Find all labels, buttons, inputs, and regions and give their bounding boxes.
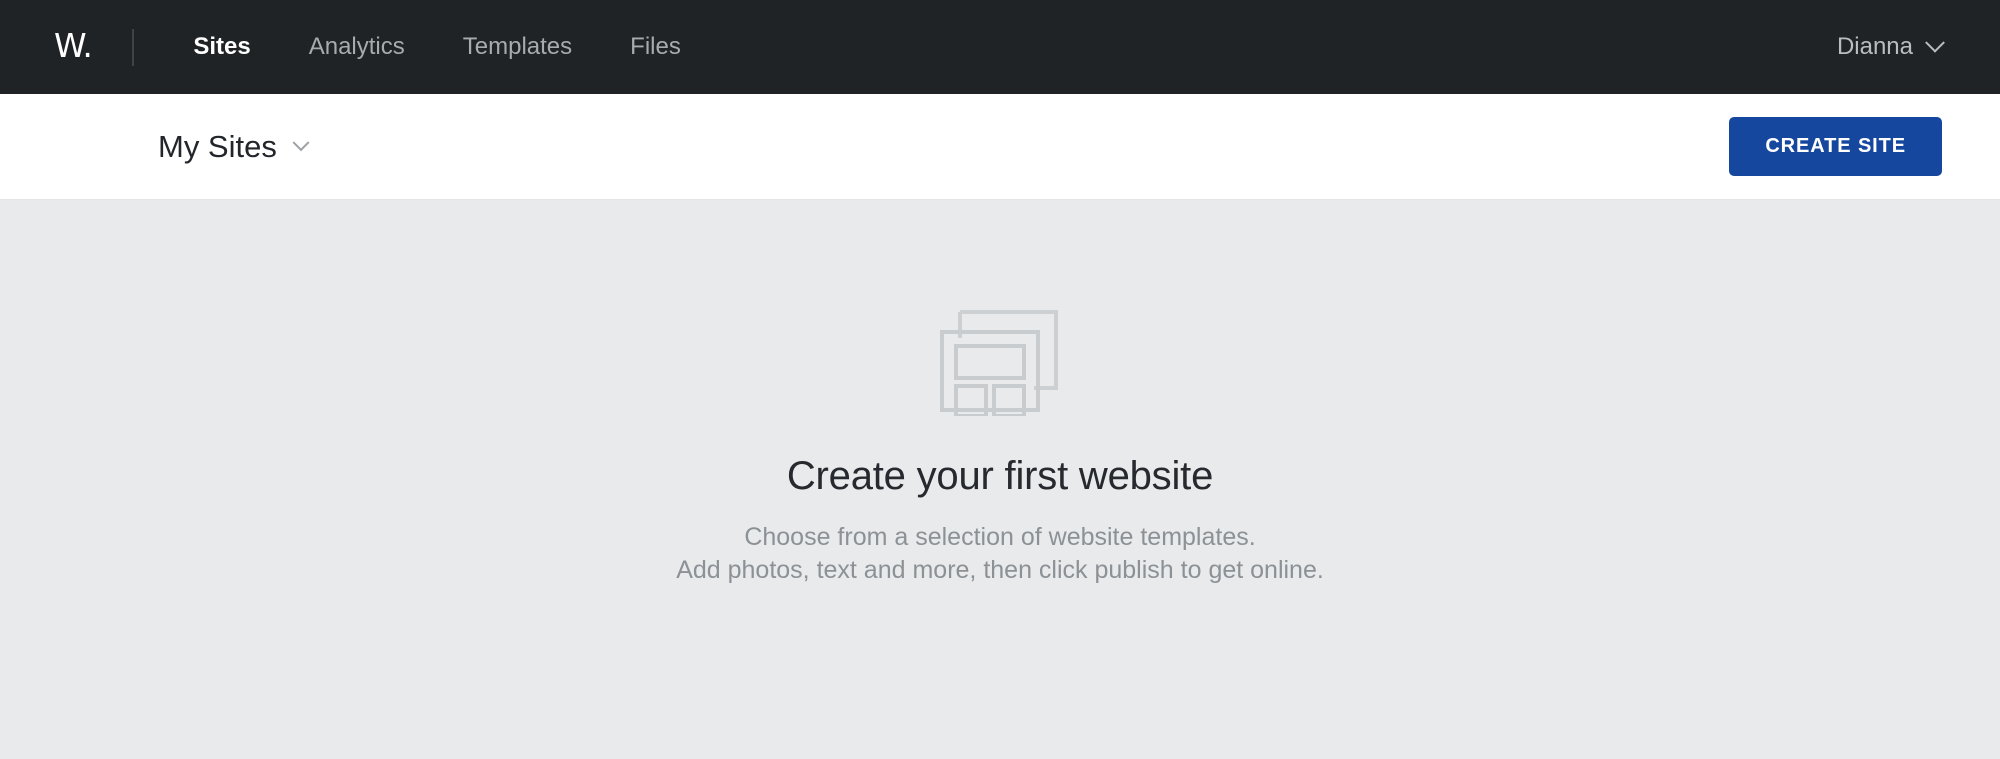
brand-divider xyxy=(132,28,135,66)
my-sites-dropdown[interactable]: My Sites xyxy=(158,128,310,165)
user-menu[interactable]: Dianna xyxy=(1836,32,1945,61)
main-nav: Sites Analytics Templates Files xyxy=(164,0,709,94)
user-menu-label: Dianna xyxy=(1836,33,1913,60)
page-toolbar: My Sites CREATE SITE xyxy=(0,94,2000,200)
chevron-down-icon xyxy=(292,133,310,151)
top-navigation-bar: W. Sites Analytics Templates Files Diann… xyxy=(0,0,2000,94)
empty-state-description-line-2: Add photos, text and more, then click pu… xyxy=(676,555,1324,584)
wordpress-w-logo-icon[interactable]: W. xyxy=(54,29,93,65)
nav-item-sites[interactable]: Sites xyxy=(164,0,279,94)
brand-group: W. xyxy=(54,0,164,94)
website-layout-icon xyxy=(940,310,1058,416)
nav-item-files[interactable]: Files xyxy=(601,0,710,94)
chevron-down-icon xyxy=(1925,32,1945,53)
page-title: My Sites xyxy=(158,128,277,164)
create-site-button[interactable]: CREATE SITE xyxy=(1729,117,1942,176)
nav-item-analytics[interactable]: Analytics xyxy=(280,0,434,94)
empty-state-description-line-1: Choose from a selection of website templ… xyxy=(744,523,1256,551)
empty-state-container: Create your first website Choose from a … xyxy=(0,200,2000,759)
nav-item-templates[interactable]: Templates xyxy=(434,0,601,94)
empty-state-title: Create your first website xyxy=(786,454,1214,498)
